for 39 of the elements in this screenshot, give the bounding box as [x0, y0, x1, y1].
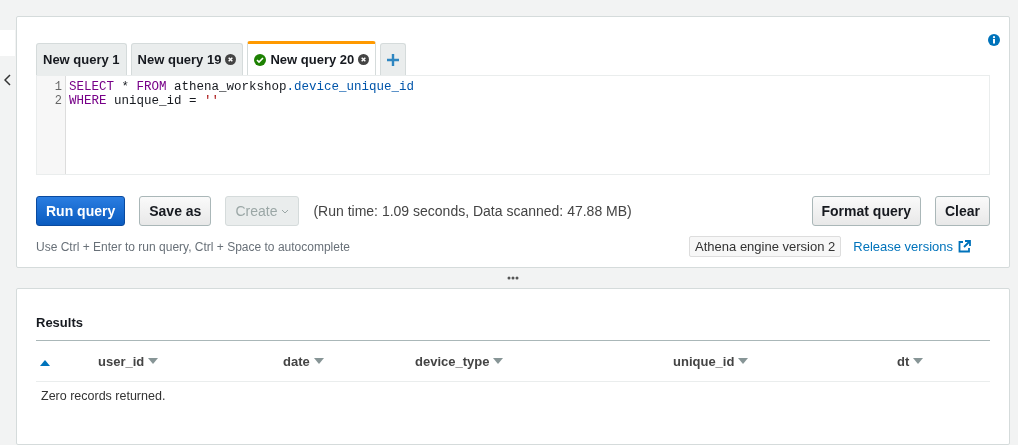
format-button[interactable]: Format query: [811, 196, 921, 226]
line-number: 2: [53, 94, 63, 108]
column-header[interactable]: device_type: [415, 353, 673, 369]
query-tab[interactable]: New query 19: [130, 43, 244, 75]
success-icon: [254, 53, 267, 66]
release-versions-link[interactable]: Release versions: [853, 239, 971, 254]
column-header[interactable]: unique_id: [673, 353, 897, 369]
add-tab-button[interactable]: [380, 43, 407, 75]
empty-message: Zero records returned.: [40, 388, 167, 405]
caret-down-icon[interactable]: [313, 358, 324, 364]
caret-down-icon[interactable]: [493, 358, 504, 364]
caret-down-icon[interactable]: [148, 358, 159, 364]
chevron-down-icon: [281, 208, 290, 214]
line-number: 1: [53, 80, 63, 94]
results-title: Results: [36, 315, 990, 341]
code-line: WHERE unique_id = '': [69, 94, 221, 108]
query-tab[interactable]: New query 20: [247, 41, 377, 75]
chevron-left-icon: [4, 74, 11, 86]
save-button[interactable]: Save as: [139, 196, 212, 226]
column-header[interactable]: dt: [897, 353, 990, 369]
caret-down-icon[interactable]: [738, 358, 749, 364]
run-button[interactable]: Run query: [36, 196, 126, 226]
info-icon[interactable]: [988, 34, 1000, 46]
keyboard-hint: Use Ctrl + Enter to run query, Ctrl + Space to autocomplete: [36, 239, 350, 254]
column-header[interactable]: user_id: [98, 353, 283, 369]
plus-icon: [387, 53, 400, 66]
sort-ascending-icon[interactable]: [40, 360, 50, 366]
engine-version-label: Athena engine version 2: [689, 236, 842, 257]
close-icon[interactable]: [225, 54, 237, 65]
resize-handle-icon[interactable]: [507, 276, 519, 280]
clear-button[interactable]: Clear: [934, 196, 990, 226]
external-link-icon: [958, 240, 971, 253]
query-tab[interactable]: New query 1: [36, 43, 127, 75]
close-icon[interactable]: [358, 54, 370, 65]
column-header[interactable]: date: [283, 353, 415, 369]
caret-down-icon[interactable]: [913, 358, 924, 364]
sql-editor[interactable]: 1 2 SELECT * FROM athena_workshop.device_unique_id WHERE unique_id = '': [36, 75, 990, 175]
code-line: SELECT * FROM athena_workshop.device_unique_id: [69, 80, 415, 94]
run-info: (Run time: 1.09 seconds, Data scanned: 47.88 MB): [313, 203, 632, 219]
